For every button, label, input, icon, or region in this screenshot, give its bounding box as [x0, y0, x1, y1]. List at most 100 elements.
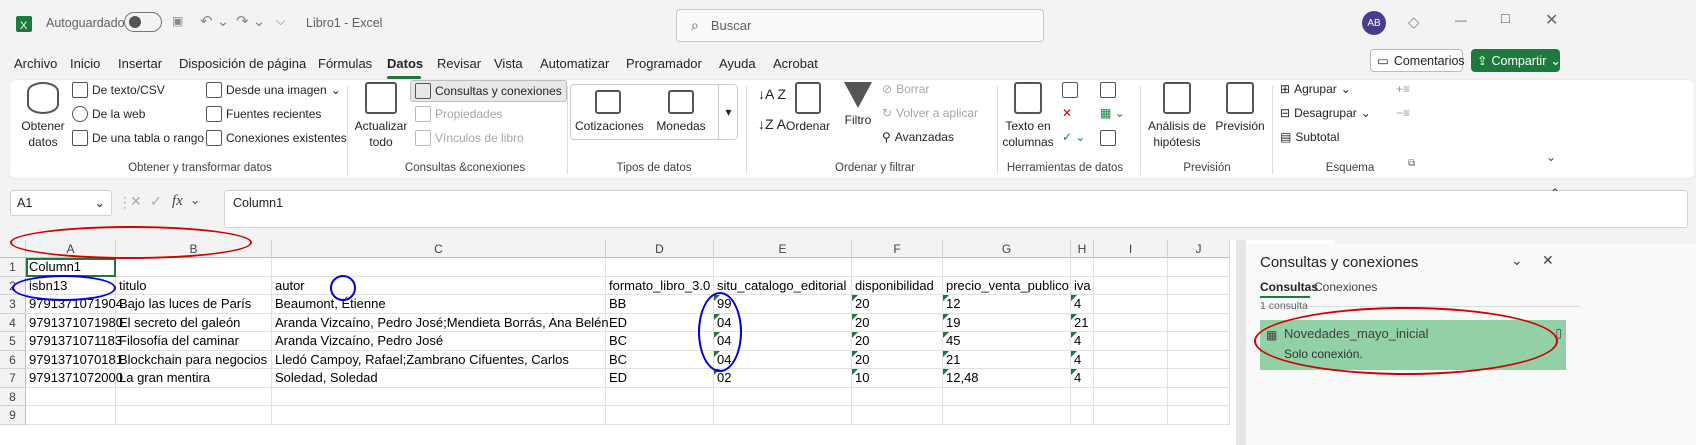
- cell[interactable]: [1094, 332, 1168, 351]
- vertical-scrollbar[interactable]: [1236, 240, 1246, 445]
- cell[interactable]: [606, 387, 714, 406]
- cell[interactable]: 10: [852, 369, 943, 388]
- cell[interactable]: 19: [943, 313, 1071, 332]
- from-text-button[interactable]: De texto/CSV: [72, 82, 165, 98]
- column-header[interactable]: H: [1071, 240, 1094, 258]
- cell[interactable]: [852, 258, 943, 277]
- cell[interactable]: [1071, 387, 1094, 406]
- book-links-button[interactable]: Vínculos de libro: [415, 130, 524, 146]
- collapse-ribbon-icon[interactable]: ⌄: [1546, 150, 1556, 164]
- row-header[interactable]: 1: [0, 258, 26, 277]
- share-button[interactable]: ⇪ Compartir ⌄: [1471, 49, 1561, 72]
- cell[interactable]: 4: [1071, 369, 1094, 388]
- tab-vista[interactable]: Vista: [494, 56, 523, 71]
- cell[interactable]: [116, 406, 272, 425]
- cell[interactable]: 9791371071183: [26, 332, 122, 351]
- clear-button[interactable]: ⊘ Borrar: [882, 82, 929, 96]
- cell[interactable]: 4: [1071, 295, 1094, 314]
- cell[interactable]: El secreto del galeón: [116, 313, 272, 332]
- worksheet-grid[interactable]: A B C D E F G H I J 1 Column1 2 isbn13 titulo autor form…: [0, 240, 1335, 445]
- cell[interactable]: [1071, 258, 1094, 277]
- tab-disposicion[interactable]: Disposición de página: [179, 56, 306, 71]
- data-validation-icon[interactable]: ✓ ⌄: [1062, 130, 1085, 144]
- gallery-expand-icon[interactable]: ▾: [718, 84, 738, 140]
- tab-acrobat[interactable]: Acrobat: [773, 56, 818, 71]
- cell[interactable]: [606, 406, 714, 425]
- cell[interactable]: [1168, 313, 1230, 332]
- cell[interactable]: [1094, 276, 1168, 295]
- cell[interactable]: [1168, 350, 1230, 369]
- cell[interactable]: titulo: [116, 276, 272, 295]
- cell[interactable]: [1094, 406, 1168, 425]
- outline-settings-icon[interactable]: ⧉: [1408, 158, 1415, 169]
- cell[interactable]: iva: [1071, 276, 1094, 295]
- recent-sources-button[interactable]: Fuentes recientes: [206, 106, 321, 122]
- group-button[interactable]: ⊞ Agrupar ⌄: [1280, 82, 1351, 96]
- name-box[interactable]: A1 ⌄: [10, 190, 112, 216]
- tab-ayuda[interactable]: Ayuda: [719, 56, 756, 71]
- cell[interactable]: [852, 406, 943, 425]
- cell[interactable]: Beaumont, Étienne: [272, 295, 606, 314]
- row-header[interactable]: 9: [0, 406, 26, 425]
- cell[interactable]: formato_libro_3.0: [606, 276, 714, 295]
- column-header[interactable]: I: [1094, 240, 1168, 258]
- redo-icon[interactable]: ↷ ⌄: [236, 12, 265, 30]
- tab-queries[interactable]: Consultas: [1260, 280, 1318, 294]
- cell[interactable]: 20: [852, 295, 943, 314]
- row-header[interactable]: 4: [0, 313, 26, 332]
- cell[interactable]: BC: [606, 350, 714, 369]
- cell[interactable]: 12: [943, 295, 1071, 314]
- column-header[interactable]: C: [272, 240, 606, 258]
- tab-inicio[interactable]: Inicio: [70, 56, 100, 71]
- tab-programador[interactable]: Programador: [626, 56, 702, 71]
- show-detail-icon[interactable]: +≡: [1396, 82, 1410, 96]
- autosave-toggle[interactable]: [124, 12, 162, 32]
- cell[interactable]: [26, 387, 116, 406]
- cell[interactable]: [852, 387, 943, 406]
- row-header[interactable]: 6: [0, 350, 26, 369]
- filter-button[interactable]: Filtro: [840, 82, 876, 128]
- get-data-button[interactable]: Obtener datos: [20, 82, 66, 150]
- cell[interactable]: [1094, 313, 1168, 332]
- ungroup-button[interactable]: ⊟ Desagrupar ⌄: [1280, 106, 1371, 120]
- cell[interactable]: 20: [852, 313, 943, 332]
- cell[interactable]: [1168, 332, 1230, 351]
- cell[interactable]: Filosofía del caminar: [116, 332, 272, 351]
- column-header[interactable]: G: [943, 240, 1071, 258]
- what-if-button[interactable]: Análisis de hipótesis: [1146, 82, 1208, 150]
- cell[interactable]: [1168, 369, 1230, 388]
- cell[interactable]: [606, 258, 714, 277]
- cell[interactable]: [943, 387, 1071, 406]
- cell[interactable]: [1094, 350, 1168, 369]
- cell[interactable]: Lledó Campoy, Rafael;Zambrano Cifuentes,…: [272, 350, 606, 369]
- cell[interactable]: [1168, 258, 1230, 277]
- cell[interactable]: [26, 406, 116, 425]
- row-header[interactable]: 7: [0, 369, 26, 388]
- cell[interactable]: 9791371072000: [26, 369, 123, 388]
- cell[interactable]: Soledad, Soledad: [272, 369, 606, 388]
- cancel-icon[interactable]: ✕: [130, 193, 142, 210]
- cell[interactable]: BB: [606, 295, 714, 314]
- sort-az-icon[interactable]: ↓A Z: [758, 86, 786, 102]
- column-header[interactable]: J: [1168, 240, 1230, 258]
- advanced-button[interactable]: ⚲ Avanzadas: [882, 130, 954, 144]
- cell[interactable]: 4: [1071, 332, 1094, 351]
- cell[interactable]: Aranda Vizcaíno, Pedro José: [272, 332, 606, 351]
- currencies-button[interactable]: Monedas: [652, 90, 710, 134]
- cell[interactable]: [272, 406, 606, 425]
- relationships-icon[interactable]: ▦ ⌄: [1100, 106, 1125, 120]
- row-header[interactable]: 5: [0, 332, 26, 351]
- consolidate-icon[interactable]: [1100, 82, 1116, 98]
- cell[interactable]: 12,48: [943, 369, 1071, 388]
- cell[interactable]: 20: [852, 350, 943, 369]
- cell[interactable]: ED: [606, 369, 714, 388]
- cell[interactable]: [1168, 406, 1230, 425]
- data-model-icon[interactable]: [1100, 130, 1116, 146]
- cell[interactable]: [714, 387, 852, 406]
- hide-detail-icon[interactable]: −≡: [1396, 106, 1410, 120]
- flash-fill-icon[interactable]: [1062, 82, 1078, 98]
- cell[interactable]: 20: [852, 332, 943, 351]
- cell[interactable]: 9791371071980: [26, 313, 123, 332]
- customize-qat-icon[interactable]: ⌵: [276, 14, 285, 29]
- cell[interactable]: [1094, 369, 1168, 388]
